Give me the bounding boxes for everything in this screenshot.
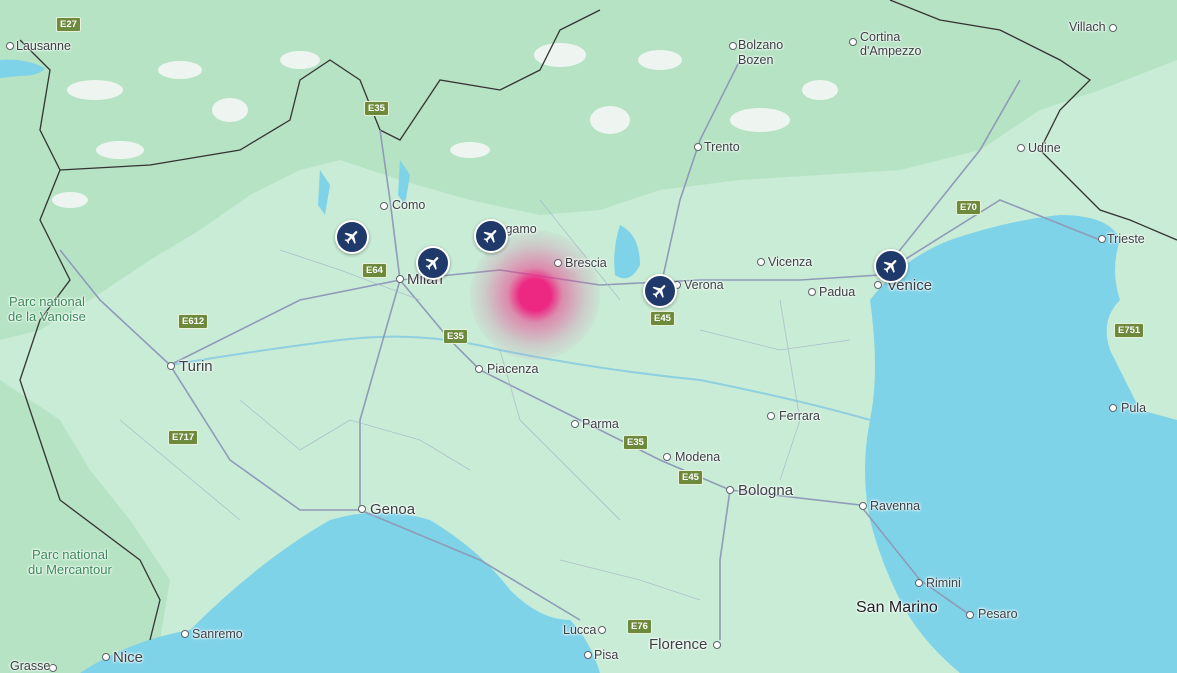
city-label-piacenza[interactable]: Piacenza [487, 362, 538, 376]
airport-marker[interactable] [335, 220, 369, 254]
city-label-bologna[interactable]: Bologna [738, 482, 793, 499]
city-dot [726, 486, 734, 494]
road-shield: E70 [956, 200, 981, 215]
city-dot [380, 202, 388, 210]
city-label-cortina[interactable]: Cortina [860, 30, 900, 44]
city-dot [598, 626, 606, 634]
city-label-cortina-2[interactable]: d'Ampezzo [860, 44, 921, 58]
road-shield: E717 [168, 430, 199, 445]
city-dot [1109, 24, 1117, 32]
city-label-trento[interactable]: Trento [704, 140, 740, 154]
city-dot [167, 362, 175, 370]
city-label-pisa[interactable]: Pisa [594, 648, 618, 662]
city-label-grasse[interactable]: Grasse [10, 659, 50, 673]
road-shield: E45 [678, 470, 703, 485]
city-dot [6, 42, 14, 50]
city-dot [181, 630, 189, 638]
city-dot [966, 611, 974, 619]
airplane-icon [425, 257, 439, 270]
road-shield: E64 [362, 263, 387, 278]
park-line: de la Vanoise [8, 309, 86, 324]
city-dot [1017, 144, 1025, 152]
city-label-padua[interactable]: Padua [819, 285, 855, 299]
city-label-como[interactable]: Como [392, 198, 425, 212]
city-dot [694, 143, 702, 151]
road-shield: E751 [1114, 323, 1145, 338]
city-label-lausanne[interactable]: Lausanne [16, 39, 71, 53]
city-dot [1098, 235, 1106, 243]
city-dot [571, 420, 579, 428]
park-line: Parc national [31, 547, 108, 562]
city-label-san-marino[interactable]: San Marino [856, 599, 938, 617]
city-label-turin[interactable]: Turin [179, 358, 213, 375]
road-shield: E35 [443, 329, 468, 344]
airport-marker[interactable] [416, 246, 450, 280]
city-dot [663, 453, 671, 461]
airplane-icon [344, 231, 358, 244]
map-base-layer [0, 0, 1177, 673]
city-label-ferrara[interactable]: Ferrara [779, 409, 820, 423]
city-label-parma[interactable]: Parma [582, 417, 619, 431]
city-dot [729, 42, 737, 50]
airport-marker[interactable] [474, 219, 508, 253]
airplane-icon [483, 230, 497, 243]
city-dot [767, 412, 775, 420]
park-line: Parc national [8, 294, 85, 309]
city-label-sanremo[interactable]: Sanremo [192, 627, 243, 641]
city-dot [915, 579, 923, 587]
city-label-trieste[interactable]: Trieste [1107, 232, 1145, 246]
park-label-vanoise[interactable]: Parc national de la Vanoise [8, 294, 86, 324]
road-shield: E612 [178, 314, 209, 329]
city-label-brescia[interactable]: Brescia [565, 256, 607, 270]
city-label-bolzano[interactable]: Bolzano [738, 38, 783, 52]
road-shield: E27 [56, 17, 81, 32]
city-dot [358, 505, 366, 513]
map-canvas[interactable]: Lausanne Bolzano Bozen Cortina d'Ampezzo… [0, 0, 1177, 673]
city-label-udine[interactable]: Udine [1028, 141, 1061, 155]
city-dot [713, 641, 721, 649]
city-dot [475, 365, 483, 373]
city-label-nice[interactable]: Nice [113, 649, 143, 666]
city-label-modena[interactable]: Modena [675, 450, 720, 464]
airport-marker[interactable] [643, 274, 677, 308]
city-label-pesaro[interactable]: Pesaro [978, 607, 1018, 621]
road-shield: E35 [364, 101, 389, 116]
city-label-bozen[interactable]: Bozen [738, 53, 773, 67]
city-label-lucca[interactable]: Lucca [563, 623, 596, 637]
city-label-verona[interactable]: Verona [684, 278, 724, 292]
city-dot [102, 653, 110, 661]
city-label-florence[interactable]: Florence [649, 636, 707, 653]
city-label-vicenza[interactable]: Vicenza [768, 255, 812, 269]
airplane-icon [883, 260, 897, 273]
road-shield: E76 [627, 619, 652, 634]
city-dot [849, 38, 857, 46]
airplane-icon [652, 285, 666, 298]
city-dot [1109, 404, 1117, 412]
city-label-ravenna[interactable]: Ravenna [870, 499, 920, 513]
road-shield: E35 [623, 435, 648, 450]
road-shield: E45 [650, 311, 675, 326]
park-line: du Mercantour [28, 562, 112, 577]
city-label-genoa[interactable]: Genoa [370, 501, 415, 518]
park-label-mercantour[interactable]: Parc national du Mercantour [28, 547, 112, 577]
city-dot [859, 502, 867, 510]
city-dot [874, 281, 882, 289]
city-label-villach[interactable]: Villach [1069, 20, 1106, 34]
city-label-rimini[interactable]: Rimini [926, 576, 961, 590]
airport-marker[interactable] [874, 249, 908, 283]
city-dot [554, 259, 562, 267]
city-dot [808, 288, 816, 296]
city-dot [396, 275, 404, 283]
city-dot [757, 258, 765, 266]
city-dot [584, 651, 592, 659]
city-label-pula[interactable]: Pula [1121, 401, 1146, 415]
